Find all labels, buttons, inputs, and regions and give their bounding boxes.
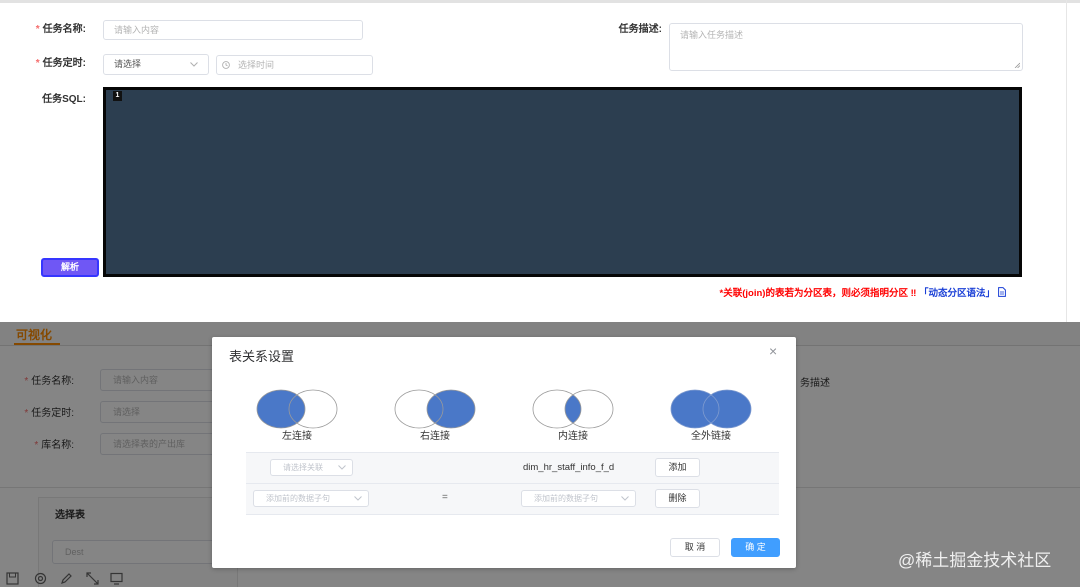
required-mark: * (35, 58, 40, 69)
task-sql-label: 任务SQL: (42, 94, 86, 105)
chevron-down-icon (338, 464, 346, 470)
task-timer-select[interactable]: 请选择 (103, 54, 209, 75)
left-field-placeholder: 添加前的数据子句 (266, 494, 330, 503)
chevron-down-icon (354, 495, 362, 501)
relation-table: 请选择关联 dim_hr_staff_info_f_d 添加 添加前的数据子句 … (246, 452, 779, 515)
task-description-label: 任务描述: (618, 24, 662, 35)
right-field-placeholder: 添加前的数据子句 (534, 494, 598, 503)
target-table-name: dim_hr_staff_info_f_d (523, 462, 615, 473)
task-description-textarea[interactable]: 请输入任务描述 (669, 23, 1023, 71)
chevron-down-icon (190, 61, 198, 67)
partition-warning-text: *关联(join)的表若为分区表，则必须指明分区 ‼ (719, 288, 919, 299)
dialog-title: 表关系设置 (229, 349, 295, 364)
right-join-option[interactable] (394, 389, 476, 429)
right-field-select[interactable]: 添加前的数据子句 (521, 490, 636, 507)
task-timer-select-value: 请选择 (114, 59, 142, 69)
relation-table-select[interactable]: 请选择关联 (270, 459, 353, 476)
chevron-down-icon (621, 495, 629, 501)
table-row: 请选择关联 dim_hr_staff_info_f_d 添加 (246, 453, 779, 484)
task-timer-label: * 任务定时: (20, 58, 86, 70)
task-name-input[interactable]: 请输入内容 (103, 20, 363, 40)
time-picker-input[interactable]: 选择时间 (216, 55, 373, 75)
resize-handle-icon[interactable] (1014, 62, 1020, 68)
add-button[interactable]: 添加 (655, 458, 700, 477)
delete-button[interactable]: 删除 (655, 489, 700, 508)
confirm-button[interactable]: 确 定 (731, 538, 780, 557)
full-join-label[interactable]: 全外链接 (670, 427, 752, 442)
visual-editor-section: 可视化 * 任务名称: 请输入内容 * 任务定时: 请选择 * 库名称: 请选择表的产… (0, 322, 1080, 587)
sql-editor[interactable]: 1 (103, 87, 1022, 277)
equals-operator: = (442, 492, 448, 503)
clock-icon (222, 61, 230, 69)
time-picker-placeholder: 选择时间 (238, 60, 275, 70)
left-join-option[interactable] (256, 389, 338, 429)
inner-join-option[interactable] (532, 389, 614, 429)
dynamic-partition-link[interactable]: 「动态分区语法」 (919, 288, 995, 299)
line-number: 1 (113, 91, 122, 101)
required-mark: * (35, 24, 40, 35)
relation-select-placeholder: 请选择关联 (283, 463, 323, 472)
inner-join-label[interactable]: 内连接 (532, 427, 614, 442)
top-divider (0, 0, 1080, 3)
partition-notice: *关联(join)的表若为分区表，则必须指明分区 ‼ 「动态分区语法」 (720, 287, 1006, 300)
left-join-label[interactable]: 左连接 (256, 427, 338, 442)
right-divider (1066, 0, 1067, 322)
table-relation-dialog: 表关系设置 × 左连接 右连接 内连接 全外链接 请选择关联 dim_hr_st… (212, 337, 796, 568)
left-field-select[interactable]: 添加前的数据子句 (253, 490, 369, 507)
table-row: 添加前的数据子句 = 添加前的数据子句 删除 (246, 484, 779, 515)
task-name-label: * 任务名称: (20, 24, 86, 36)
parse-button[interactable]: 解析 (41, 258, 99, 277)
full-join-option[interactable] (670, 389, 752, 429)
task-timer-label-text: 任务定时: (42, 58, 86, 69)
task-name-placeholder: 请输入内容 (114, 25, 160, 35)
task-name-label-text: 任务名称: (42, 24, 86, 35)
close-icon[interactable]: × (769, 343, 777, 359)
cancel-button[interactable]: 取 消 (670, 538, 720, 557)
document-icon[interactable] (998, 287, 1006, 297)
watermark: @稀土掘金技术社区 (898, 551, 1052, 570)
task-description-placeholder: 请输入任务描述 (680, 30, 744, 40)
right-join-label[interactable]: 右连接 (394, 427, 476, 442)
task-form: * 任务名称: 请输入内容 * 任务定时: 请选择 选择时间 任务描述: 请输入任务… (0, 0, 1066, 322)
